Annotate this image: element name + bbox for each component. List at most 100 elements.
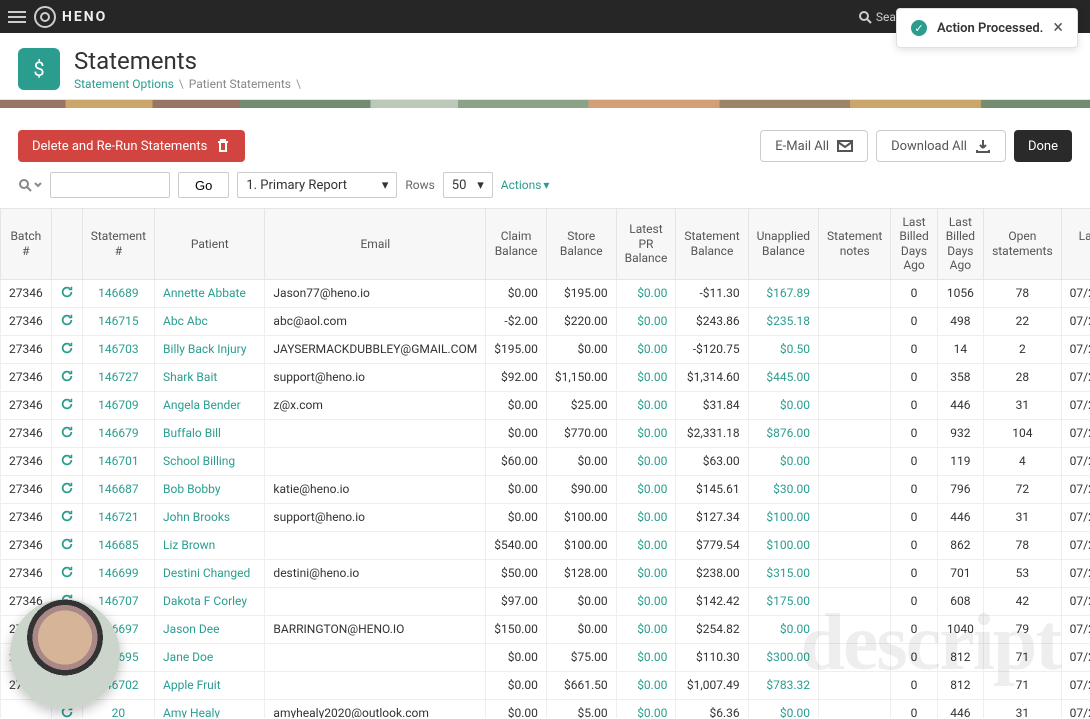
table-column-header[interactable]: Email bbox=[265, 209, 486, 280]
table-cell[interactable] bbox=[51, 307, 82, 335]
table-cell[interactable]: Jason Dee bbox=[155, 615, 265, 643]
table-cell[interactable]: 146701 bbox=[82, 447, 154, 475]
table-cell[interactable]: Angela Bender bbox=[155, 391, 265, 419]
breadcrumb-statement-options[interactable]: Statement Options bbox=[74, 77, 174, 91]
refresh-icon[interactable] bbox=[60, 341, 74, 355]
table-cell[interactable] bbox=[51, 531, 82, 559]
row-link[interactable]: Jason Dee bbox=[163, 622, 219, 636]
row-link[interactable]: Angela Bender bbox=[163, 398, 241, 412]
table-cell[interactable]: Bob Bobby bbox=[155, 475, 265, 503]
table-cell[interactable]: Dakota F Corley bbox=[155, 587, 265, 615]
refresh-icon[interactable] bbox=[60, 397, 74, 411]
rows-select[interactable]: 50 ▾ bbox=[443, 172, 493, 198]
table-column-header[interactable]: Last due date bbox=[1061, 209, 1090, 280]
table-cell[interactable] bbox=[51, 335, 82, 363]
table-cell[interactable]: 146699 bbox=[82, 559, 154, 587]
row-link[interactable]: Annette Abbate bbox=[163, 286, 246, 300]
table-cell[interactable] bbox=[51, 475, 82, 503]
table-row[interactable]: 27346146721John Brookssupport@heno.io$0.… bbox=[1, 503, 1090, 531]
table-cell[interactable]: Abc Abc bbox=[155, 307, 265, 335]
table-cell[interactable]: 20 bbox=[82, 699, 154, 718]
table-cell[interactable]: 146715 bbox=[82, 307, 154, 335]
table-cell[interactable]: Liz Brown bbox=[155, 531, 265, 559]
refresh-icon[interactable] bbox=[60, 565, 74, 579]
table-row[interactable]: 27346146687Bob Bobbykatie@heno.io$0.00$9… bbox=[1, 475, 1090, 503]
row-link[interactable]: Jane Doe bbox=[163, 650, 213, 664]
row-link[interactable]: 146707 bbox=[98, 594, 138, 608]
refresh-icon[interactable] bbox=[60, 285, 74, 299]
avatar[interactable] bbox=[10, 599, 120, 709]
row-link[interactable]: 146687 bbox=[98, 482, 138, 496]
table-cell[interactable] bbox=[51, 419, 82, 447]
table-column-header[interactable]: Last Billed Days Ago bbox=[937, 209, 983, 280]
report-select[interactable]: 1. Primary Report ▾ bbox=[237, 172, 397, 198]
table-column-header[interactable]: Patient bbox=[155, 209, 265, 280]
row-link[interactable]: John Brooks bbox=[163, 510, 230, 524]
table-cell[interactable]: 146687 bbox=[82, 475, 154, 503]
brand-logo[interactable]: HENO bbox=[34, 6, 107, 28]
table-cell[interactable]: Annette Abbate bbox=[155, 279, 265, 307]
table-cell[interactable]: Amy Healy bbox=[155, 699, 265, 718]
table-cell[interactable]: School Billing bbox=[155, 447, 265, 475]
row-link[interactable]: 146703 bbox=[98, 342, 138, 356]
row-link[interactable]: 146701 bbox=[98, 454, 138, 468]
table-row[interactable]: 27346146689Annette AbbateJason77@heno.io… bbox=[1, 279, 1090, 307]
download-all-button[interactable]: Download All bbox=[876, 130, 1006, 162]
table-row[interactable]: 27346146679Buffalo Bill$0.00$770.00$0.00… bbox=[1, 419, 1090, 447]
row-link[interactable]: 146679 bbox=[98, 426, 138, 440]
table-column-header[interactable]: Open statements bbox=[984, 209, 1062, 280]
table-cell[interactable] bbox=[51, 559, 82, 587]
refresh-icon[interactable] bbox=[60, 425, 74, 439]
refresh-icon[interactable] bbox=[60, 313, 74, 327]
table-cell[interactable] bbox=[51, 503, 82, 531]
row-link[interactable]: 146721 bbox=[98, 510, 138, 524]
row-link[interactable]: Apple Fruit bbox=[163, 678, 221, 692]
table-cell[interactable]: Apple Fruit bbox=[155, 671, 265, 699]
table-column-header[interactable]: Unapplied Balance bbox=[748, 209, 818, 280]
table-column-header[interactable]: Claim Balance bbox=[486, 209, 547, 280]
refresh-icon[interactable] bbox=[60, 509, 74, 523]
go-button[interactable]: Go bbox=[178, 172, 229, 198]
row-link[interactable]: 146685 bbox=[98, 538, 138, 552]
table-cell[interactable]: Buffalo Bill bbox=[155, 419, 265, 447]
actions-menu[interactable]: Actions ▾ bbox=[501, 178, 550, 192]
done-button[interactable]: Done bbox=[1014, 130, 1072, 162]
table-cell[interactable]: Shark Bait bbox=[155, 363, 265, 391]
table-cell[interactable] bbox=[51, 391, 82, 419]
table-row[interactable]: 27346146702Apple Fruit$0.00$661.50$0.00$… bbox=[1, 671, 1090, 699]
table-column-header[interactable]: Statement # bbox=[82, 209, 154, 280]
row-link[interactable]: Bob Bobby bbox=[163, 482, 220, 496]
table-column-header[interactable]: Latest PR Balance bbox=[616, 209, 676, 280]
table-cell[interactable]: John Brooks bbox=[155, 503, 265, 531]
table-column-header[interactable]: Store Balance bbox=[546, 209, 616, 280]
table-cell[interactable]: 146721 bbox=[82, 503, 154, 531]
row-link[interactable]: 146709 bbox=[98, 398, 138, 412]
row-link[interactable]: 146715 bbox=[98, 314, 138, 328]
table-row[interactable]: 27346146703Billy Back InjuryJAYSERMACKDU… bbox=[1, 335, 1090, 363]
table-column-header[interactable]: Batch # bbox=[1, 209, 52, 280]
table-row[interactable]: 27346146697Jason DeeBARRINGTON@HENO.IO$1… bbox=[1, 615, 1090, 643]
table-cell[interactable]: 146727 bbox=[82, 363, 154, 391]
table-cell[interactable] bbox=[51, 363, 82, 391]
table-row[interactable]: 27346146695Jane Doe$0.00$75.00$0.00$110.… bbox=[1, 643, 1090, 671]
row-link[interactable]: Dakota F Corley bbox=[163, 594, 247, 608]
row-link[interactable]: Billy Back Injury bbox=[163, 342, 246, 356]
row-link[interactable]: Shark Bait bbox=[163, 370, 217, 384]
table-cell[interactable]: Billy Back Injury bbox=[155, 335, 265, 363]
row-link[interactable]: 146689 bbox=[98, 286, 138, 300]
filter-search-toggle[interactable] bbox=[18, 178, 42, 192]
table-cell[interactable]: Jane Doe bbox=[155, 643, 265, 671]
table-row[interactable]: 20Amy Healyamyhealy2020@outlook.com$0.00… bbox=[1, 699, 1090, 718]
table-cell[interactable]: 146703 bbox=[82, 335, 154, 363]
table-cell[interactable] bbox=[51, 279, 82, 307]
table-wrap[interactable]: Batch # Statement #PatientEmailClaim Bala… bbox=[0, 208, 1090, 718]
filter-input[interactable] bbox=[50, 172, 170, 198]
table-column-header[interactable] bbox=[51, 209, 82, 280]
table-cell[interactable]: 146709 bbox=[82, 391, 154, 419]
table-column-header[interactable]: Last Billed Days Ago bbox=[891, 209, 937, 280]
refresh-icon[interactable] bbox=[60, 369, 74, 383]
row-link[interactable]: School Billing bbox=[163, 454, 235, 468]
row-link[interactable]: Amy Healy bbox=[163, 706, 220, 718]
row-link[interactable]: 146727 bbox=[98, 370, 138, 384]
menu-icon[interactable] bbox=[8, 8, 26, 26]
